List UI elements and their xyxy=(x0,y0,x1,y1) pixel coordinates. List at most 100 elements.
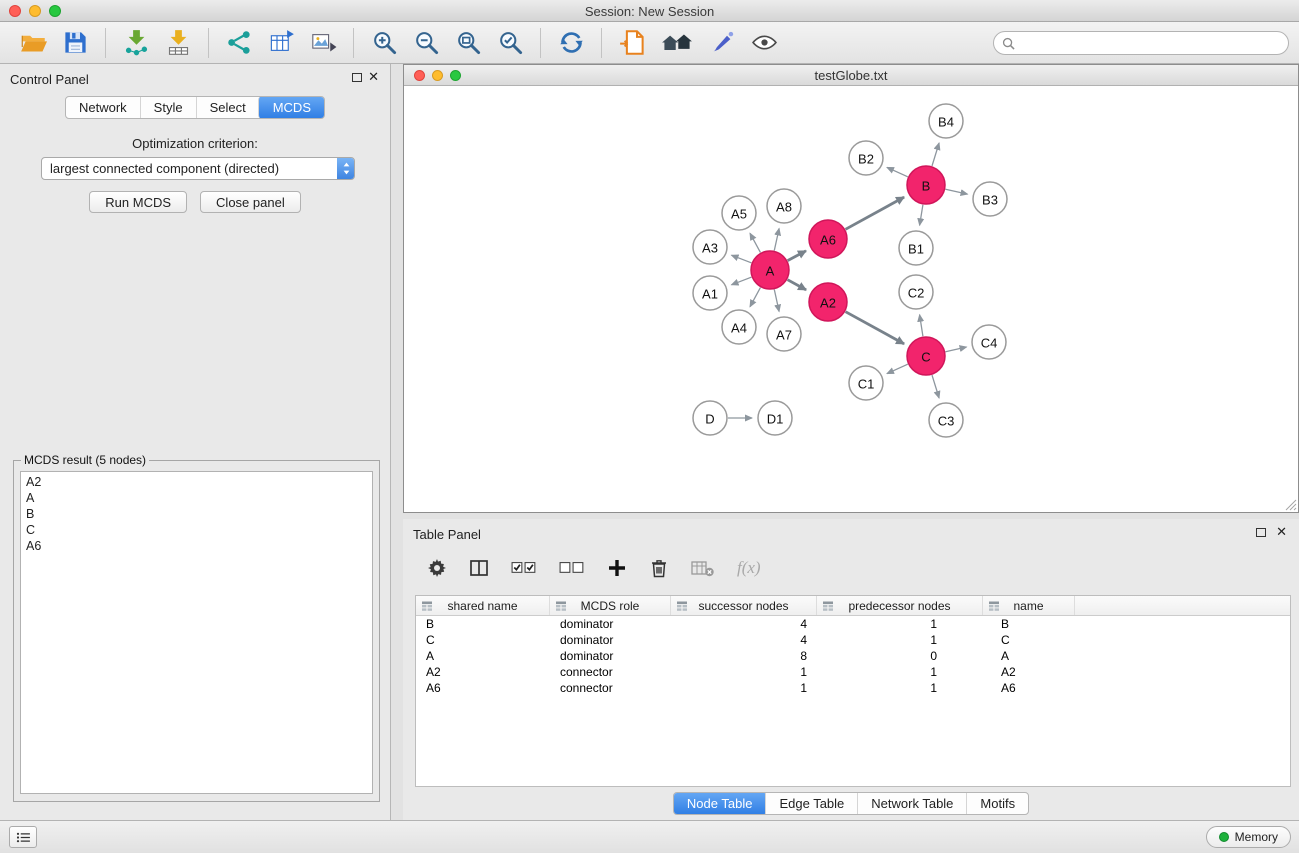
network-canvas[interactable]: B4B2BB3A5A8A6B1A3AA1C2A2A4A7C4CC1C3DD1 xyxy=(404,86,1297,512)
mcds-result-item[interactable]: C xyxy=(21,522,372,538)
tab-edge-table[interactable]: Edge Table xyxy=(765,793,857,814)
import-network-button[interactable] xyxy=(115,25,157,61)
zoom-in-button[interactable] xyxy=(363,25,405,61)
show-hide-button[interactable] xyxy=(743,25,785,61)
table-cell[interactable]: 1 xyxy=(671,680,817,696)
network-edge-B-B1[interactable] xyxy=(920,205,923,226)
mcds-result-list[interactable]: A2ABCA6 xyxy=(20,471,373,794)
open-file-button[interactable] xyxy=(12,25,54,61)
open-recent-file-button[interactable] xyxy=(611,25,653,61)
table-cell[interactable]: 1 xyxy=(817,664,983,680)
network-edge-A-A1[interactable] xyxy=(732,277,752,285)
network-edge-C-C1[interactable] xyxy=(887,364,908,373)
network-node-C[interactable]: C xyxy=(907,337,945,375)
network-edge-A2-C[interactable] xyxy=(846,312,905,344)
criterion-select[interactable]: largest connected component (directed) xyxy=(41,157,355,180)
network-edge-C-C2[interactable] xyxy=(920,315,923,337)
table-cell[interactable]: A xyxy=(416,648,550,664)
tab-style[interactable]: Style xyxy=(140,97,196,118)
close-panel-icon[interactable]: ✕ xyxy=(1276,524,1287,540)
network-node-A1[interactable]: A1 xyxy=(693,276,727,310)
tab-mcds[interactable]: MCDS xyxy=(258,96,325,119)
new-network-button[interactable] xyxy=(218,25,260,61)
float-panel-icon[interactable] xyxy=(1256,528,1266,537)
delete-table-button[interactable] xyxy=(691,558,715,578)
table-row[interactable]: A6connector11A6 xyxy=(416,680,1290,696)
table-cell[interactable]: A2 xyxy=(416,664,550,680)
network-node-A5[interactable]: A5 xyxy=(722,196,756,230)
table-cell[interactable]: A6 xyxy=(983,680,1075,696)
table-cell[interactable]: dominator xyxy=(550,616,671,632)
table-row[interactable]: Adominator80A xyxy=(416,648,1290,664)
table-cell[interactable]: C xyxy=(983,632,1075,648)
table-cell[interactable]: connector xyxy=(550,664,671,680)
table-row[interactable]: Cdominator41C xyxy=(416,632,1290,648)
network-node-B3[interactable]: B3 xyxy=(973,182,1007,216)
save-session-button[interactable] xyxy=(54,25,96,61)
network-edge-A-A6[interactable] xyxy=(788,251,806,261)
tab-network-table[interactable]: Network Table xyxy=(857,793,966,814)
close-panel-icon[interactable]: ✕ xyxy=(368,69,379,85)
tab-network[interactable]: Network xyxy=(66,97,140,118)
float-panel-icon[interactable] xyxy=(352,73,362,82)
home-layout-button[interactable] xyxy=(653,25,701,61)
network-node-B2[interactable]: B2 xyxy=(849,141,883,175)
network-node-A8[interactable]: A8 xyxy=(767,189,801,223)
resize-grip-icon[interactable] xyxy=(1285,499,1297,511)
column-header-mcds-role[interactable]: MCDS role xyxy=(550,596,671,615)
mcds-result-item[interactable]: A2 xyxy=(21,474,372,490)
tab-node-table[interactable]: Node Table xyxy=(673,792,767,815)
network-edge-B-B3[interactable] xyxy=(946,189,968,194)
network-edge-A6-B[interactable] xyxy=(846,197,905,229)
network-node-C1[interactable]: C1 xyxy=(849,366,883,400)
zoom-selected-button[interactable] xyxy=(489,25,531,61)
network-node-B1[interactable]: B1 xyxy=(899,231,933,265)
close-panel-button[interactable]: Close panel xyxy=(200,191,301,213)
zoom-out-button[interactable] xyxy=(405,25,447,61)
table-cell[interactable]: C xyxy=(416,632,550,648)
network-edge-C-C4[interactable] xyxy=(946,347,967,352)
network-node-C4[interactable]: C4 xyxy=(972,325,1006,359)
apply-style-button[interactable] xyxy=(701,25,743,61)
network-node-A6[interactable]: A6 xyxy=(809,220,847,258)
mcds-result-item[interactable]: B xyxy=(21,506,372,522)
table-cell[interactable]: 4 xyxy=(671,632,817,648)
table-row[interactable]: Bdominator41B xyxy=(416,616,1290,632)
refresh-layout-button[interactable] xyxy=(550,25,592,61)
table-cell[interactable]: 1 xyxy=(671,664,817,680)
table-row[interactable]: A2connector11A2 xyxy=(416,664,1290,680)
network-edge-A-A3[interactable] xyxy=(732,255,752,263)
network-edge-B-B2[interactable] xyxy=(887,167,908,176)
mcds-result-item[interactable]: A xyxy=(21,490,372,506)
network-edge-B-B4[interactable] xyxy=(932,143,939,166)
column-header-name[interactable]: name xyxy=(983,596,1075,615)
add-column-button[interactable] xyxy=(607,558,627,578)
table-cell[interactable]: connector xyxy=(550,680,671,696)
network-edge-A-A8[interactable] xyxy=(774,229,779,251)
network-edge-A-A4[interactable] xyxy=(750,288,760,307)
table-cell[interactable]: B xyxy=(983,616,1075,632)
export-image-button[interactable] xyxy=(302,25,344,61)
new-table-button[interactable] xyxy=(260,25,302,61)
table-cell[interactable]: A2 xyxy=(983,664,1075,680)
show-columns-button[interactable] xyxy=(469,558,489,578)
run-mcds-button[interactable]: Run MCDS xyxy=(89,191,187,213)
memory-button[interactable]: Memory xyxy=(1206,826,1291,848)
table-cell[interactable]: 1 xyxy=(817,616,983,632)
table-cell[interactable]: 1 xyxy=(817,632,983,648)
network-edge-A-A5[interactable] xyxy=(750,233,760,252)
column-header-shared-name[interactable]: shared name xyxy=(416,596,550,615)
network-node-A4[interactable]: A4 xyxy=(722,310,756,344)
mcds-result-item[interactable]: A6 xyxy=(21,538,372,554)
network-node-A3[interactable]: A3 xyxy=(693,230,727,264)
table-settings-button[interactable] xyxy=(427,558,447,578)
network-edge-C-C3[interactable] xyxy=(932,375,939,398)
network-node-D1[interactable]: D1 xyxy=(758,401,792,435)
network-node-B[interactable]: B xyxy=(907,166,945,204)
network-node-B4[interactable]: B4 xyxy=(929,104,963,138)
table-cell[interactable]: A xyxy=(983,648,1075,664)
network-node-C2[interactable]: C2 xyxy=(899,275,933,309)
delete-column-button[interactable] xyxy=(649,558,669,578)
network-edge-A-A2[interactable] xyxy=(788,280,807,290)
search-input[interactable] xyxy=(1020,36,1280,50)
